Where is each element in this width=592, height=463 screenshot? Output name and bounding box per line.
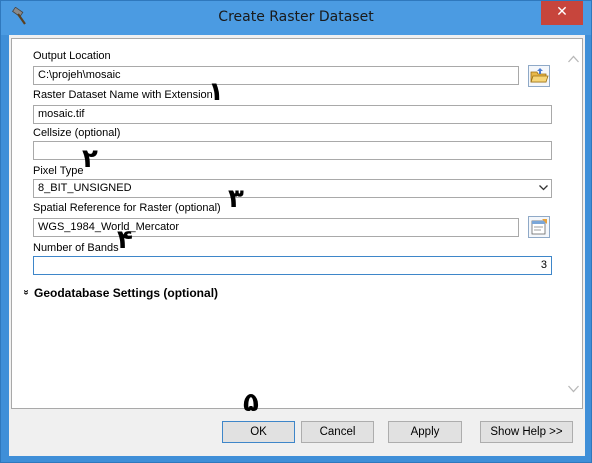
cellsize-label: Cellsize (optional) [33,127,121,139]
browse-output-button[interactable] [528,65,550,87]
num-bands-value: 3 [540,259,547,271]
pixel-type-select[interactable]: 8_BIT_UNSIGNED [33,179,552,198]
raster-name-label: Raster Dataset Name with Extension [33,89,213,101]
geodatabase-settings-label: Geodatabase Settings (optional) [34,286,219,300]
annotation-number-1: ١ [208,77,224,107]
spatial-ref-label: Spatial Reference for Raster (optional) [33,202,221,214]
vertical-scrollbar[interactable] [565,39,582,408]
title-bar[interactable]: Create Raster Dataset ✕ [1,1,591,35]
geodatabase-settings-toggle[interactable]: » Geodatabase Settings (optional) [20,286,219,300]
dialog-window: Create Raster Dataset ✕ Output Location … [0,0,592,463]
pixel-type-label: Pixel Type [33,165,84,177]
close-button[interactable]: ✕ [541,1,583,25]
annotation-number-5: ۵ [243,388,259,418]
cancel-button[interactable]: Cancel [301,421,374,443]
output-location-input[interactable]: C:\projeh\mosaic [33,66,519,85]
annotation-number-3: ٣ [228,184,244,214]
spatial-ref-button[interactable] [528,216,550,238]
annotation-number-4: ۴ [117,225,133,255]
dialog-body: Output Location C:\projeh\mosaic Raster … [9,35,585,456]
show-help-button[interactable]: Show Help >> [480,421,573,443]
raster-name-input[interactable]: mosaic.tif [33,105,552,124]
scroll-down-icon[interactable] [568,385,579,393]
close-icon: ✕ [556,4,568,20]
scroll-up-icon[interactable] [568,55,579,63]
annotation-number-2: ٢ [82,144,98,174]
parameters-panel: Output Location C:\projeh\mosaic Raster … [11,38,583,409]
spatial-reference-properties-icon [531,219,547,235]
apply-button[interactable]: Apply [388,421,462,443]
window-title: Create Raster Dataset [218,9,374,25]
cellsize-input[interactable] [33,141,552,160]
chevron-down-icon [539,185,548,191]
ok-button[interactable]: OK [222,421,295,443]
num-bands-input[interactable]: 3 [33,256,552,275]
pixel-type-value: 8_BIT_UNSIGNED [38,182,132,194]
spatial-ref-input[interactable]: WGS_1984_World_Mercator [33,218,519,237]
expand-chevron-icon: » [20,289,32,296]
num-bands-label: Number of Bands [33,242,119,254]
open-folder-icon [530,68,549,83]
output-location-label: Output Location [33,50,111,62]
